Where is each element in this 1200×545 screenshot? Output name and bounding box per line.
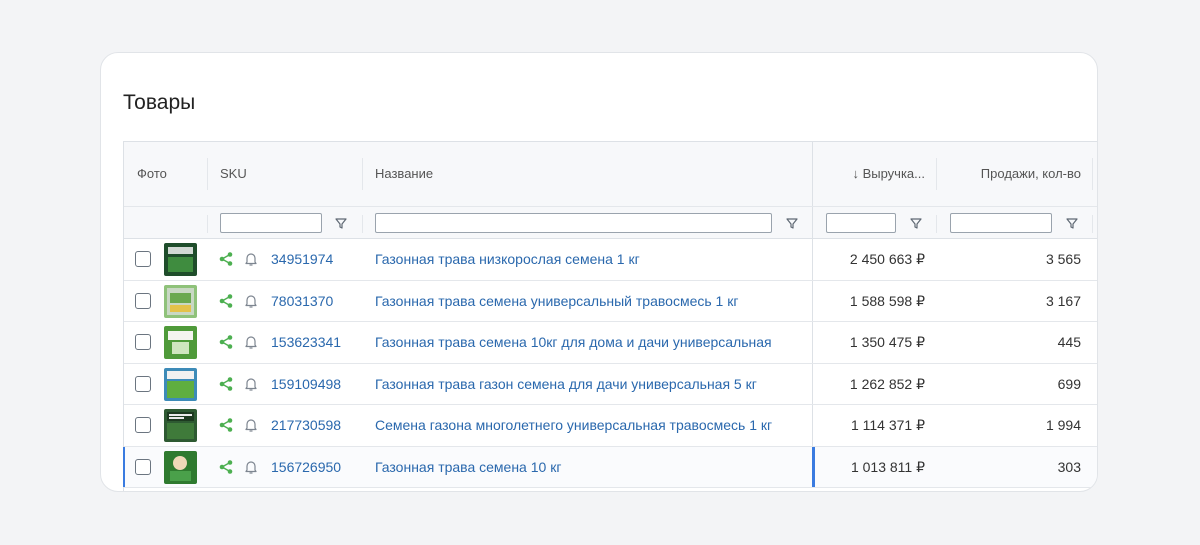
table-row[interactable]: 217730598 Семена газона многолетнего уни… [124, 405, 1097, 447]
bell-icon[interactable] [243, 376, 259, 392]
table-row[interactable]: 153623341 Газонная трава семена 10кг для… [124, 322, 1097, 364]
row-checkbox[interactable] [135, 334, 151, 350]
share-icon[interactable] [218, 334, 234, 350]
sales-value: 1 994 [1045, 417, 1081, 433]
product-thumbnail [164, 284, 197, 318]
sku-link[interactable]: 156726950 [271, 447, 341, 488]
row-checkbox[interactable] [135, 251, 151, 267]
row-checkbox[interactable] [135, 417, 151, 433]
row-checkbox[interactable] [135, 292, 151, 309]
sku-link[interactable]: 159109498 [271, 364, 341, 405]
share-icon[interactable] [218, 251, 234, 267]
sku-link[interactable]: 78031370 [271, 281, 333, 322]
product-name-link[interactable]: Семена газона многолетнего универсальная… [375, 405, 772, 446]
revenue-value: 2 450 663 ₽ [849, 251, 925, 267]
revenue-value: 1 350 475 ₽ [849, 334, 925, 350]
revenue-filter-input[interactable] [826, 213, 896, 233]
filter-icon[interactable] [909, 216, 923, 230]
share-icon[interactable] [218, 459, 234, 475]
sales-value: 3 167 [1045, 292, 1081, 309]
revenue-value: 1 114 371 ₽ [850, 417, 925, 433]
share-icon[interactable] [218, 293, 234, 309]
row-checkbox[interactable] [135, 375, 151, 392]
filter-icon[interactable] [1065, 216, 1079, 230]
revenue-value: 1 588 598 ₽ [849, 292, 925, 309]
bell-icon[interactable] [243, 417, 259, 433]
bell-icon[interactable] [243, 293, 259, 309]
product-name-link[interactable]: Газонная трава семена 10 кг [375, 447, 561, 488]
column-header-name[interactable]: Название [375, 142, 433, 206]
products-table: Фото SKU Название ↓ Выручка... Продажи, … [123, 141, 1097, 491]
product-thumbnail [164, 450, 197, 484]
share-icon[interactable] [218, 417, 234, 433]
share-icon[interactable] [218, 376, 234, 392]
product-thumbnail [164, 367, 197, 401]
sales-value: 445 [1057, 334, 1081, 350]
name-filter-input[interactable] [375, 213, 772, 233]
sku-link[interactable]: 217730598 [271, 405, 341, 446]
product-thumbnail [164, 409, 197, 442]
column-header-sku[interactable]: SKU [220, 142, 247, 206]
filter-row [124, 206, 1097, 239]
sales-value: 3 565 [1045, 251, 1081, 267]
table-row-selected[interactable]: 156726950 Газонная трава семена 10 кг 1 … [123, 446, 1097, 488]
bell-icon[interactable] [243, 459, 259, 475]
bell-icon[interactable] [243, 334, 259, 350]
product-name-link[interactable]: Газонная трава газон семена для дачи уни… [375, 364, 757, 405]
section-title: Товары [123, 91, 196, 114]
bell-icon[interactable] [243, 251, 259, 267]
revenue-value: 1 262 852 ₽ [849, 375, 925, 392]
column-header-revenue[interactable]: ↓ Выручка... [824, 142, 925, 206]
filter-icon[interactable] [334, 216, 348, 230]
sku-link[interactable]: 34951974 [271, 239, 333, 280]
product-thumbnail [164, 326, 197, 359]
sales-filter-input[interactable] [950, 213, 1052, 233]
table-row[interactable]: 34951974 Газонная трава низкорослая семе… [124, 239, 1097, 281]
sku-filter-input[interactable] [220, 213, 322, 233]
table-row[interactable]: 159109498 Газонная трава газон семена дл… [124, 363, 1097, 405]
table-header: Фото SKU Название ↓ Выручка... Продажи, … [124, 142, 1097, 206]
revenue-value: 1 013 811 ₽ [850, 458, 925, 475]
column-header-sales[interactable]: Продажи, кол-во [944, 142, 1081, 206]
sales-value: 699 [1057, 375, 1081, 392]
products-card: Товары Фото SKU Название ↓ Выручка... Пр… [100, 52, 1098, 492]
product-name-link[interactable]: Газонная трава семена 10кг для дома и да… [375, 322, 772, 363]
sku-link[interactable]: 153623341 [271, 322, 341, 363]
filter-icon[interactable] [785, 216, 799, 230]
product-name-link[interactable]: Газонная трава низкорослая семена 1 кг [375, 239, 640, 280]
row-checkbox[interactable] [135, 458, 151, 475]
product-name-link[interactable]: Газонная трава семена универсальный трав… [375, 281, 738, 322]
product-thumbnail [164, 243, 197, 276]
column-header-photo: Фото [137, 166, 167, 181]
table-row[interactable]: 78031370 Газонная трава семена универсал… [124, 280, 1097, 322]
sales-value: 303 [1057, 458, 1081, 475]
